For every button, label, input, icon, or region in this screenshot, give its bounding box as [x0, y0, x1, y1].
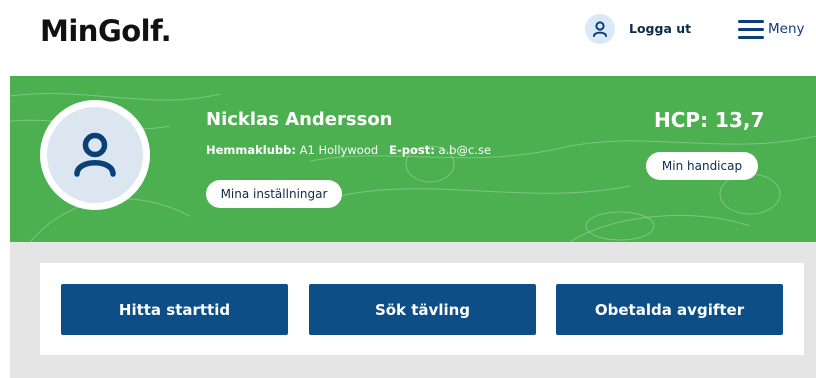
unpaid-fees-button[interactable]: Obetalda avgifter: [556, 284, 783, 335]
my-settings-button[interactable]: Mina inställningar: [206, 180, 342, 208]
avatar-user-icon: [47, 107, 143, 203]
app-logo[interactable]: MinGolf.: [40, 14, 172, 48]
email-value: a.b@c.se: [438, 143, 492, 157]
search-competition-button[interactable]: Sök tävling: [309, 284, 536, 335]
user-icon[interactable]: [585, 14, 615, 44]
email-label: E-post:: [389, 143, 435, 157]
home-club-value: A1 Hollywood: [299, 143, 379, 157]
home-club-label: Hemmaklubb:: [206, 143, 296, 157]
my-handicap-button[interactable]: Min handicap: [646, 152, 758, 180]
menu-button-label[interactable]: Meny: [768, 21, 805, 37]
profile-info: Hemmaklubb: A1 Hollywood E-post: a.b@c.s…: [206, 143, 491, 157]
find-tee-time-button[interactable]: Hitta starttid: [61, 284, 288, 335]
hcp-value: HCP: 13,7: [654, 108, 765, 132]
profile-avatar: [40, 100, 150, 210]
profile-name: Nicklas Andersson: [206, 109, 393, 130]
hamburger-menu-icon[interactable]: [738, 20, 764, 40]
top-header: MinGolf. Logga ut Meny: [0, 0, 816, 76]
logout-link[interactable]: Logga ut: [629, 21, 691, 36]
